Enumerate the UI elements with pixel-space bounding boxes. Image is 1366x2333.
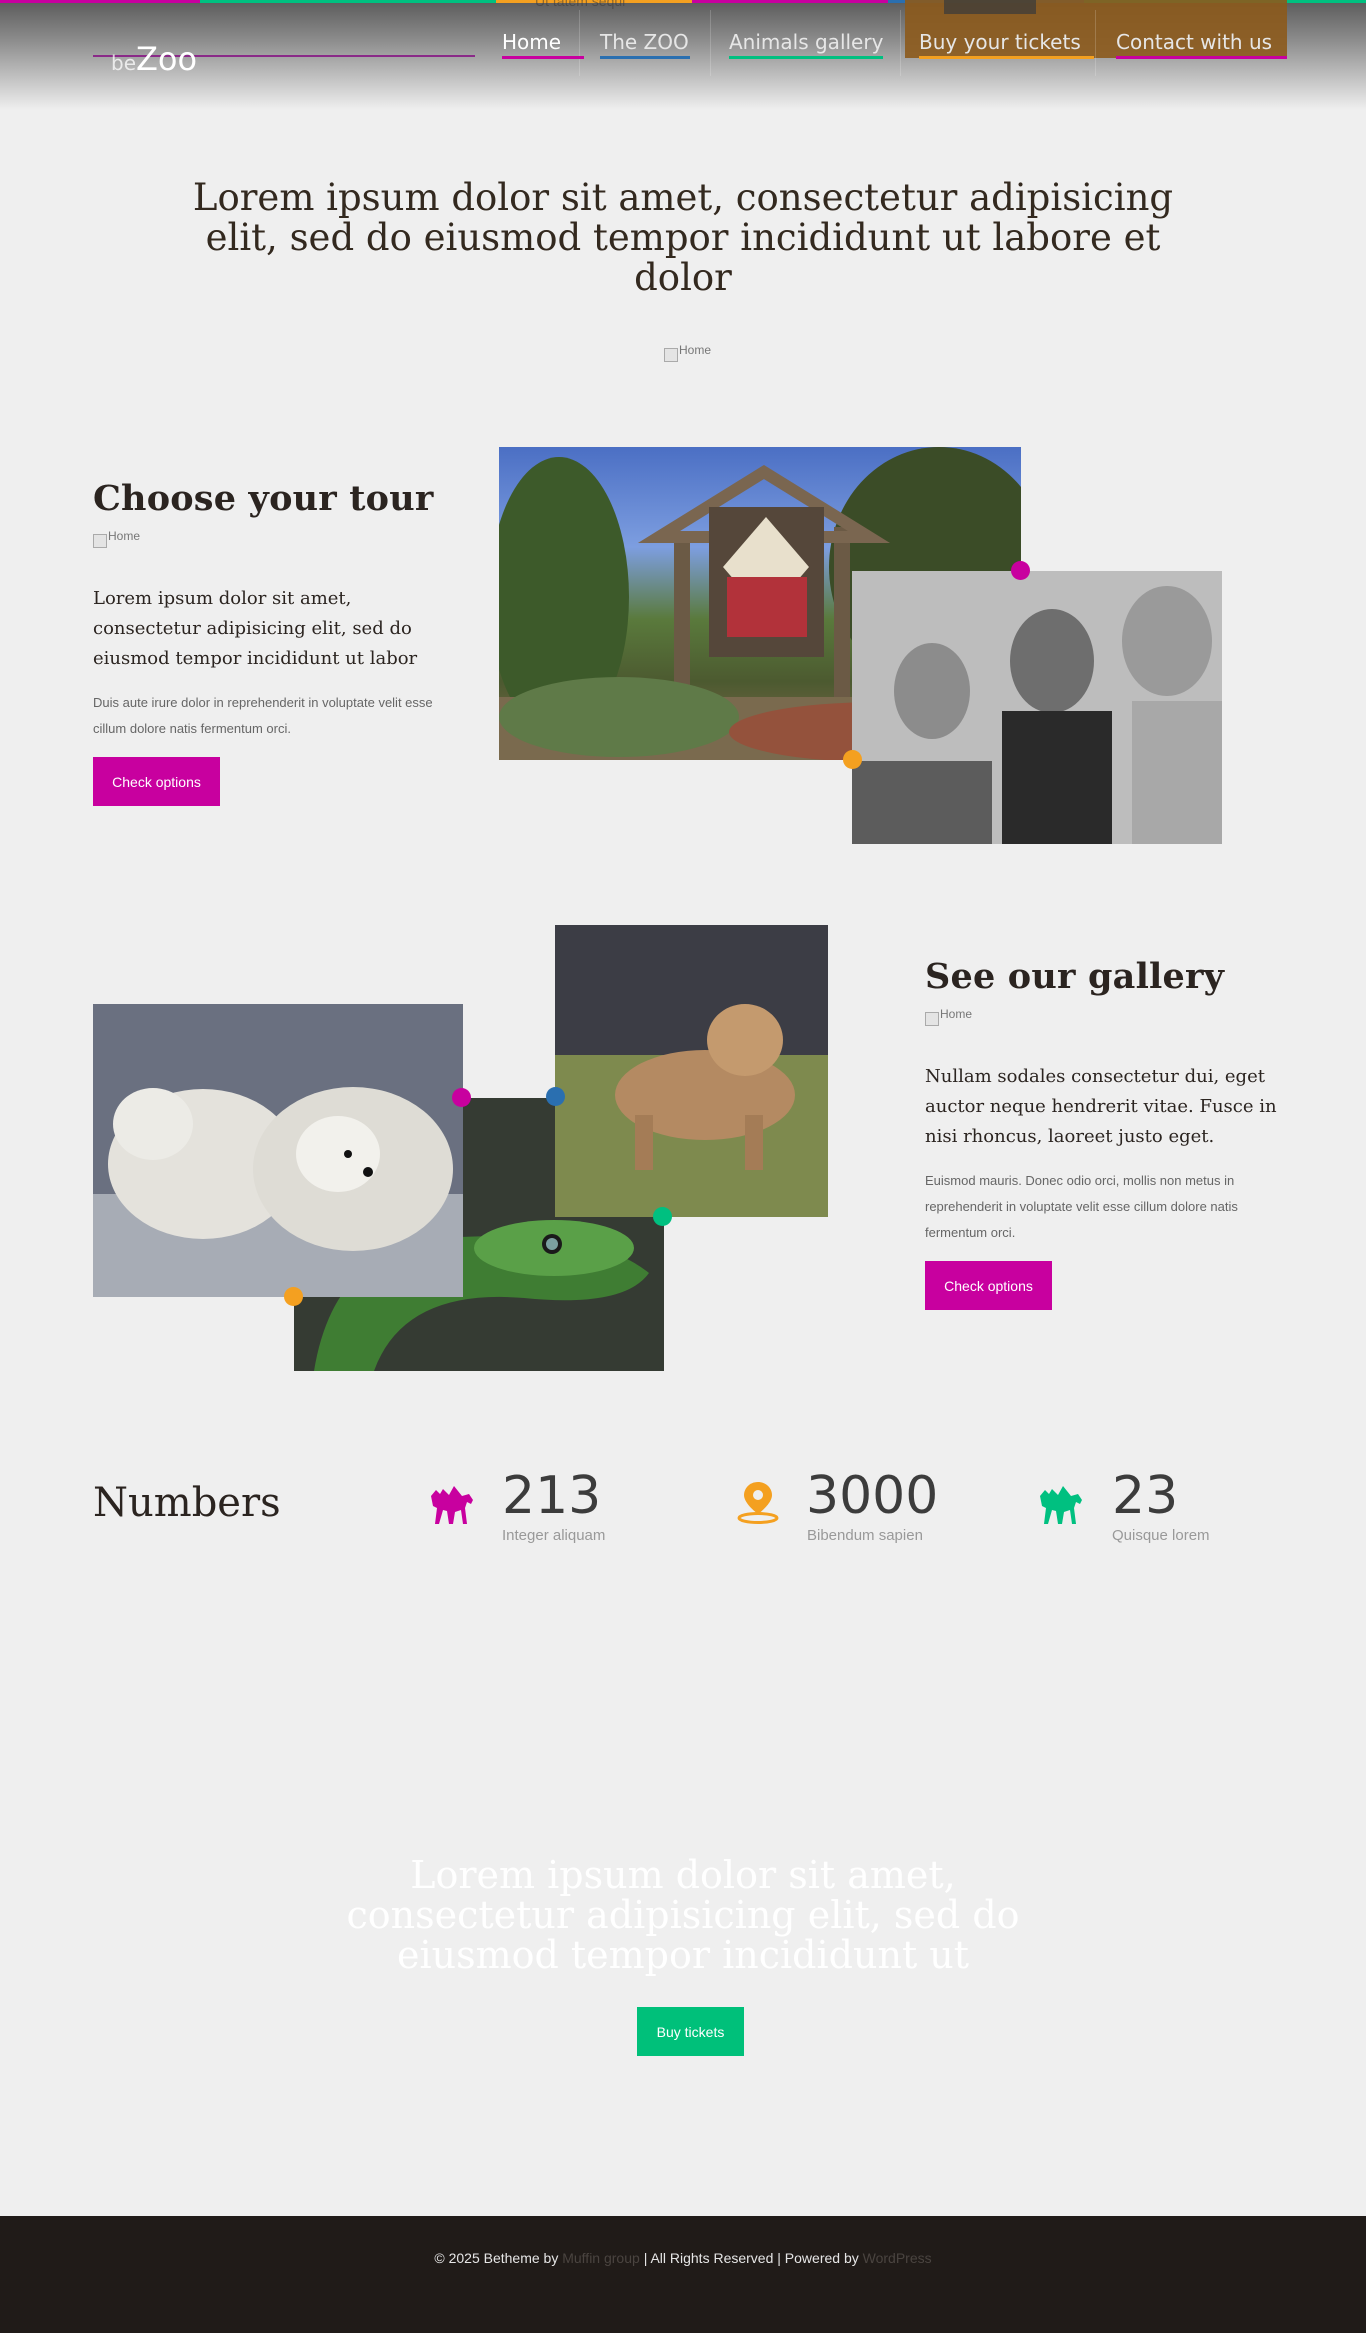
footer: [0, 2216, 1366, 2333]
header-ghost-box: [944, 0, 1036, 14]
tour-text: Duis aute irure dolor in reprehenderit i…: [93, 695, 433, 736]
nav-animals-gallery[interactable]: Animals gallery: [729, 30, 883, 54]
nav-separator: [900, 10, 901, 76]
hero-broken-image: Home: [664, 343, 712, 362]
gallery-title: See our gallery: [925, 956, 1225, 997]
logo-name: Zoo: [136, 40, 198, 78]
top-accent-line: [692, 0, 888, 3]
image-alt-text: Home: [940, 1007, 973, 1021]
decor-dot: [284, 1287, 303, 1306]
tour-title: Choose your tour: [93, 478, 434, 519]
stat-value: 3000: [806, 1466, 939, 1526]
stat-value: 213: [502, 1466, 602, 1526]
footer-copyright: © 2025 Betheme by Muffin group | All Rig…: [0, 2250, 1366, 2266]
nav-the-zoo[interactable]: The ZOO: [600, 30, 689, 54]
nav-underline: [1116, 56, 1287, 59]
footer-middle: | All Rights Reserved | Powered by: [643, 2250, 859, 2266]
stat-label: Bibendum sapien: [807, 1527, 923, 1544]
header-ghost-text: Ut tatem sequi: [535, 0, 626, 9]
decor-dot: [843, 750, 862, 769]
top-accent-line: [0, 0, 200, 3]
tour-broken-image: Home: [93, 529, 141, 548]
gallery-check-options-button[interactable]: Check options: [925, 1261, 1052, 1310]
camel-icon: [427, 1480, 479, 1529]
nav-buy-tickets[interactable]: Buy your tickets: [919, 30, 1081, 54]
decor-dot: [546, 1087, 565, 1106]
polar-bears-photo: [93, 1004, 463, 1297]
logo-prefix: be: [111, 51, 136, 75]
broken-image-icon: [664, 348, 678, 362]
tour-lead: Lorem ipsum dolor sit amet, consectetur …: [93, 588, 418, 669]
decor-dot: [452, 1088, 471, 1107]
decor-dot: [653, 1207, 672, 1226]
visitors-photo: [852, 571, 1222, 844]
stat-label: Quisque lorem: [1112, 1527, 1210, 1544]
decor-dot: [1011, 561, 1030, 580]
site-logo[interactable]: beZoo: [111, 40, 197, 78]
lion-cub-photo: [555, 925, 828, 1217]
nav-underline: [729, 56, 883, 59]
numbers-title: Numbers: [93, 1480, 281, 1526]
nav-home[interactable]: Home: [502, 30, 561, 54]
nav-underline: [600, 56, 690, 59]
tour-check-options-button[interactable]: Check options: [93, 757, 220, 806]
nav-underline: [919, 56, 1094, 59]
image-alt-text: Home: [108, 529, 141, 543]
gallery-lead: Nullam sodales consectetur dui, eget auc…: [925, 1066, 1277, 1147]
hero-heading: Lorem ipsum dolor sit amet, consectetur …: [192, 176, 1174, 299]
broken-image-icon: [93, 534, 107, 548]
buy-tickets-button[interactable]: Buy tickets: [637, 2007, 744, 2056]
cta-heading: Lorem ipsum dolor sit amet, consectetur …: [346, 1853, 1020, 1977]
location-pin-icon: [737, 1480, 779, 1529]
footer-link-muffin[interactable]: Muffin group: [562, 2250, 640, 2266]
stat-label: Integer aliquam: [502, 1527, 606, 1544]
broken-image-icon: [925, 1012, 939, 1026]
nav-underline: [502, 56, 584, 59]
nav-separator: [1095, 10, 1096, 76]
nav-separator: [710, 10, 711, 76]
footer-prefix: © 2025 Betheme by: [434, 2250, 559, 2266]
gallery-broken-image: Home: [925, 1007, 973, 1026]
gallery-text: Euismod mauris. Donec odio orci, mollis …: [925, 1173, 1238, 1240]
image-alt-text: Home: [679, 343, 712, 357]
nav-separator: [579, 10, 580, 76]
camel-icon: [1036, 1480, 1088, 1529]
stat-value: 23: [1112, 1466, 1179, 1526]
top-accent-line: [200, 0, 496, 3]
nav-contact[interactable]: Contact with us: [1116, 30, 1272, 54]
footer-link-wordpress[interactable]: WordPress: [863, 2250, 932, 2266]
